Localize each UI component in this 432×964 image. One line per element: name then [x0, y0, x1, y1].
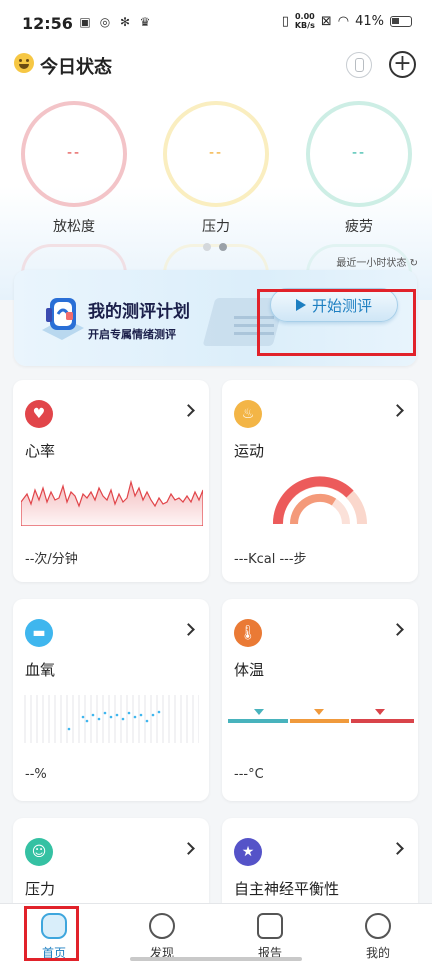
- blood-oxygen-card[interactable]: ▬ 血氧 --%: [13, 599, 209, 801]
- chevron-right-icon[interactable]: [182, 842, 195, 855]
- speed-value: 0.00: [294, 12, 315, 21]
- chevron-right-icon[interactable]: [391, 404, 404, 417]
- watch-icon[interactable]: [346, 52, 372, 78]
- heart-rate-title: 心率: [25, 442, 56, 460]
- add-button[interactable]: +: [389, 51, 416, 78]
- fatigue-label: 疲劳: [345, 219, 373, 235]
- star-icon: ★: [234, 838, 262, 866]
- exercise-card[interactable]: ♨ 运动 ---Kcal ---步: [222, 380, 418, 582]
- gesture-bar[interactable]: [130, 957, 302, 961]
- face-icon: ☺: [25, 838, 53, 866]
- temperature-card[interactable]: 🌡 体温 ---°C: [222, 599, 418, 801]
- message-icon: ▣: [79, 15, 91, 29]
- chevron-right-icon[interactable]: [391, 623, 404, 636]
- sim-icon: ⊠: [320, 13, 332, 29]
- heart-rate-value: --次/分钟: [25, 552, 78, 567]
- heart-icon: ♥: [25, 400, 53, 428]
- nav-profile[interactable]: 我的: [324, 904, 432, 964]
- fatigue-ring[interactable]: --: [306, 101, 412, 207]
- page-title: 今日状态: [40, 57, 112, 78]
- refresh-icon[interactable]: ↻: [410, 258, 418, 269]
- carousel-indicator: [203, 243, 227, 251]
- stress-label: 压力: [202, 219, 230, 235]
- nav-discover[interactable]: 发现: [108, 904, 216, 964]
- stress-card-title: 压力: [25, 880, 56, 898]
- speed-unit: KB/s: [294, 21, 315, 30]
- recent-status-label: 最近一小时状态: [336, 258, 407, 269]
- ans-balance-title: 自主神经平衡性: [234, 880, 340, 898]
- system-icons: ▯ 0.00 KB/s ⊠ ◠ 41%: [282, 12, 412, 30]
- heart-rate-card[interactable]: ♥ 心率 --次/分钟: [13, 380, 209, 582]
- network-speed: 0.00 KB/s: [295, 12, 315, 30]
- fatigue-value: --: [351, 145, 367, 161]
- carousel-dot-active: [219, 243, 227, 251]
- highlight-box: [24, 906, 79, 961]
- battery-percent: 41%: [355, 13, 384, 29]
- crown-icon: ♛: [139, 15, 151, 29]
- blood-oxygen-value: --%: [25, 767, 47, 782]
- watch-illustration-icon: [42, 298, 84, 340]
- chevron-right-icon[interactable]: [182, 623, 195, 636]
- app-icon: ◎: [99, 15, 111, 29]
- exercise-value: ---Kcal ---步: [234, 552, 307, 567]
- blood-oxygen-chart: [24, 695, 199, 743]
- bed-icon: ▬: [25, 619, 53, 647]
- profile-icon: [365, 913, 391, 939]
- exercise-title: 运动: [234, 442, 265, 460]
- relaxation-ring[interactable]: --: [21, 101, 127, 207]
- nav-profile-label: 我的: [365, 946, 390, 960]
- chevron-right-icon[interactable]: [391, 842, 404, 855]
- compass-icon: [149, 913, 175, 939]
- flame-icon: ♨: [234, 400, 262, 428]
- vibrate-icon: ▯: [281, 13, 289, 29]
- plan-subtitle: 开启专属情绪测评: [88, 328, 176, 341]
- settings-icon: ✻: [119, 15, 131, 29]
- status-bar: 12:56 ▣ ◎ ✻ ♛ ▯ 0.00 KB/s ⊠ ◠ 41%: [0, 0, 432, 46]
- highlight-box: [257, 289, 416, 356]
- battery-icon: [390, 15, 412, 27]
- stress-ring[interactable]: --: [163, 101, 269, 207]
- relaxation-label: 放松度: [53, 219, 95, 235]
- temperature-value: ---°C: [234, 767, 264, 782]
- plan-title: 我的测评计划: [88, 302, 190, 322]
- relaxation-value: --: [66, 145, 82, 161]
- wifi-icon: ◠: [337, 13, 350, 29]
- temperature-title: 体温: [234, 661, 265, 679]
- page-header: 今日状态 +: [0, 46, 432, 86]
- notification-icons: ▣ ◎ ✻ ♛: [78, 15, 152, 29]
- report-icon: [257, 913, 283, 939]
- temperature-scale: [228, 709, 414, 723]
- exercise-gauge: [272, 476, 367, 524]
- blood-oxygen-title: 血氧: [25, 661, 56, 679]
- chevron-right-icon[interactable]: [182, 404, 195, 417]
- stress-value: --: [208, 145, 224, 161]
- carousel-dot: [203, 243, 211, 251]
- status-time: 12:56: [22, 14, 73, 33]
- smiley-icon: [14, 53, 34, 73]
- thermometer-icon: 🌡: [234, 619, 262, 647]
- nav-report[interactable]: 报告: [216, 904, 324, 964]
- heart-rate-chart: [21, 480, 203, 526]
- recent-status[interactable]: 最近一小时状态 ↻: [336, 254, 418, 269]
